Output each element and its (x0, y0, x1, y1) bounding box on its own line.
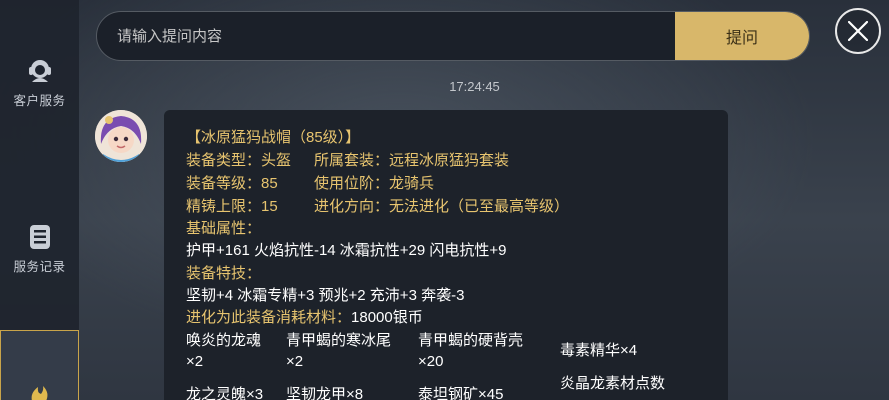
flame-icon (31, 386, 48, 400)
sidebar-item-label: 客户服务 (13, 94, 66, 108)
avatar (95, 110, 147, 162)
material-qty: ×20 (418, 353, 444, 370)
sidebar: 客户服务 服务记录 (0, 0, 79, 400)
traits-value: 坚韧+4 冰霜专精+3 预兆+2 充沛+3 奔袭-3 (186, 287, 465, 304)
search-bar: 提问 (96, 11, 810, 61)
info-row-rank: 使用位阶：龙骑兵 (314, 175, 435, 192)
submit-question-button[interactable]: 提问 (675, 12, 809, 60)
chat-message-bubble: 【冰原猛犸战帽（85级）】 装备类型：头盔 所属套装：远程冰原猛犸套装 装备等级… (164, 110, 728, 400)
sidebar-item-active[interactable] (0, 330, 79, 400)
material-name: 毒素精华×4 (560, 342, 638, 359)
base-attributes-label: 基础属性： (186, 220, 262, 237)
close-button[interactable] (835, 8, 881, 54)
material-name: 唤炎的龙魂 (186, 332, 262, 349)
material-name: 泰坦钢矿×45 (418, 386, 504, 400)
chat-timestamp: 17:24:45 (449, 79, 500, 94)
material-name: 龙之灵魄×3 (186, 386, 264, 400)
info-row-evolve: 进化方向：无法进化（已至最高等级） (314, 198, 570, 215)
materials-row: 进化为此装备消耗材料：18000银币 (186, 309, 423, 326)
info-row-refine: 精铸上限：15 (186, 198, 278, 215)
base-attributes-value: 护甲+161 火焰抗性-14 冰霜抗性+29 闪电抗性+9 (186, 242, 507, 259)
info-row-set: 所属套装：远程冰原猛犸套装 (314, 152, 510, 169)
info-row-type: 装备类型：头盔 (186, 152, 292, 169)
traits-label: 装备特技： (186, 265, 262, 282)
item-title: 【冰原猛犸战帽（85级）】 (186, 129, 361, 146)
material-name: 坚韧龙甲×8 (286, 386, 364, 400)
close-icon (848, 21, 868, 41)
sidebar-item-service-record[interactable]: 服务记录 (0, 224, 79, 276)
material-name: 炎晶龙素材点数 (560, 375, 666, 392)
info-row-level: 装备等级：85 (186, 175, 278, 192)
assistant-avatar-icon (95, 110, 147, 162)
material-qty: ×2 (286, 353, 304, 370)
material-name: 青甲蝎的寒冰尾 (286, 332, 392, 349)
sidebar-item-label: 服务记录 (13, 260, 66, 274)
material-name: 青甲蝎的硬背壳 (418, 332, 524, 349)
service-record-icon (29, 225, 50, 249)
search-input[interactable] (97, 12, 677, 60)
material-qty: ×2 (186, 353, 204, 370)
